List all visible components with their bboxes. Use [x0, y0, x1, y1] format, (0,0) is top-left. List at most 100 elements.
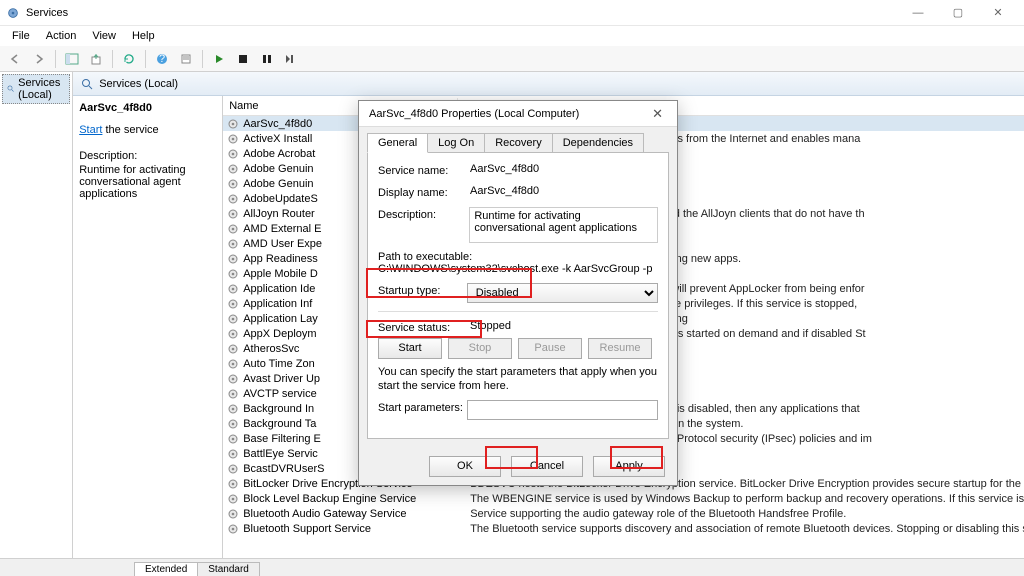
menu-help[interactable]: Help: [124, 28, 163, 44]
label-service-name: Service name:: [378, 163, 470, 177]
dialog-body: Service name: AarSvc_4f8d0 Display name:…: [367, 152, 669, 439]
table-row[interactable]: Block Level Backup Engine ServiceThe WBE…: [223, 491, 1024, 506]
stop-service-button[interactable]: [232, 48, 254, 70]
gear-icon: [227, 223, 239, 235]
maximize-button[interactable]: ▢: [938, 2, 978, 24]
gear-icon: [227, 253, 239, 265]
services-icon: [7, 83, 14, 95]
service-desc-cell: The WBENGINE service is used by Windows …: [470, 493, 1024, 505]
gear-icon: [227, 298, 239, 310]
label-path: Path to executable:: [378, 251, 658, 263]
gear-icon: [227, 418, 239, 430]
resume-button[interactable]: Resume: [588, 338, 652, 359]
back-button[interactable]: [4, 48, 26, 70]
service-name-cell: Bluetooth Audio Gateway Service: [243, 508, 470, 520]
gear-icon: [227, 193, 239, 205]
refresh-button[interactable]: [118, 48, 140, 70]
start-service-link[interactable]: Start: [79, 124, 102, 136]
label-description: Description:: [378, 207, 469, 221]
close-button[interactable]: ✕: [978, 2, 1018, 24]
dialog-titlebar: AarSvc_4f8d0 Properties (Local Computer)…: [359, 101, 677, 127]
help-button[interactable]: ?: [151, 48, 173, 70]
gear-icon: [227, 238, 239, 250]
start-service-link-row: Start the service: [79, 124, 216, 136]
menu-view[interactable]: View: [84, 28, 124, 44]
description-box: Runtime for activating conversational ag…: [469, 207, 658, 243]
selected-service-name: AarSvc_4f8d0: [79, 102, 216, 114]
tab-standard[interactable]: Standard: [197, 562, 260, 576]
ok-button[interactable]: OK: [429, 456, 501, 477]
service-name-cell: Block Level Backup Engine Service: [243, 493, 470, 505]
tree-services-local[interactable]: Services (Local): [2, 74, 70, 104]
gear-icon: [227, 343, 239, 355]
window-title: Services: [26, 7, 68, 19]
start-params-input[interactable]: [467, 400, 658, 420]
titlebar: Services — ▢ ✕: [0, 0, 1024, 26]
service-desc-cell: Service supporting the audio gateway rol…: [470, 508, 1024, 520]
gear-icon: [227, 403, 239, 415]
gear-icon: [227, 388, 239, 400]
tab-logon[interactable]: Log On: [427, 133, 485, 153]
value-path: C:\WINDOWS\system32\svchost.exe -k AarSv…: [378, 263, 658, 275]
cancel-button[interactable]: Cancel: [511, 456, 583, 477]
properties-button[interactable]: [175, 48, 197, 70]
toolbar: ?: [0, 46, 1024, 72]
pause-service-button[interactable]: [256, 48, 278, 70]
stop-button[interactable]: Stop: [448, 338, 512, 359]
svg-text:?: ?: [159, 53, 165, 65]
value-display-name: AarSvc_4f8d0: [470, 185, 658, 197]
table-row[interactable]: Bluetooth Support ServiceThe Bluetooth s…: [223, 521, 1024, 536]
tab-extended[interactable]: Extended: [134, 562, 198, 576]
gear-icon: [227, 493, 239, 505]
value-service-status: Stopped: [470, 320, 658, 332]
gear-icon: [227, 328, 239, 340]
pause-button[interactable]: Pause: [518, 338, 582, 359]
export-button[interactable]: [85, 48, 107, 70]
gear-icon: [227, 313, 239, 325]
apply-button[interactable]: Apply: [593, 456, 665, 477]
start-params-note: You can specify the start parameters tha…: [378, 365, 658, 394]
center-header-label: Services (Local): [99, 78, 178, 90]
service-name-cell: Bluetooth Support Service: [243, 523, 470, 535]
tab-general[interactable]: General: [367, 133, 428, 153]
gear-icon: [227, 163, 239, 175]
menu-file[interactable]: File: [4, 28, 38, 44]
startup-type-select[interactable]: Disabled: [467, 283, 658, 303]
dialog-close-button[interactable]: ✕: [648, 106, 667, 122]
forward-button[interactable]: [28, 48, 50, 70]
services-icon: [81, 78, 93, 90]
tab-dependencies[interactable]: Dependencies: [552, 133, 644, 153]
gear-icon: [227, 478, 239, 490]
tree-item-label: Services (Local): [18, 77, 65, 101]
label-display-name: Display name:: [378, 185, 470, 199]
center-header: Services (Local): [73, 72, 1024, 96]
menu-action[interactable]: Action: [38, 28, 85, 44]
details-pane: AarSvc_4f8d0 Start the service Descripti…: [73, 96, 223, 558]
gear-icon: [227, 433, 239, 445]
gear-icon: [227, 178, 239, 190]
gear-icon: [227, 448, 239, 460]
menubar: File Action View Help: [0, 26, 1024, 46]
gear-icon: [227, 283, 239, 295]
gear-icon: [227, 373, 239, 385]
description-text: Runtime for activating conversational ag…: [79, 164, 216, 200]
gear-icon: [227, 523, 239, 535]
restart-service-button[interactable]: [280, 48, 302, 70]
service-desc-cell: The Bluetooth service supports discovery…: [470, 523, 1024, 535]
show-hide-tree-button[interactable]: [61, 48, 83, 70]
start-suffix: the service: [102, 124, 158, 136]
table-row[interactable]: Bluetooth Audio Gateway ServiceService s…: [223, 506, 1024, 521]
gear-icon: [227, 358, 239, 370]
gear-icon: [227, 118, 239, 130]
gear-icon: [227, 148, 239, 160]
minimize-button[interactable]: —: [898, 2, 938, 24]
properties-dialog: AarSvc_4f8d0 Properties (Local Computer)…: [358, 100, 678, 486]
tab-recovery[interactable]: Recovery: [484, 133, 552, 153]
gear-icon: [227, 268, 239, 280]
start-service-button[interactable]: [208, 48, 230, 70]
start-button[interactable]: Start: [378, 338, 442, 359]
label-service-status: Service status:: [378, 320, 470, 334]
services-icon: [6, 6, 20, 20]
bottom-tabs: Extended Standard: [0, 558, 1024, 576]
gear-icon: [227, 208, 239, 220]
